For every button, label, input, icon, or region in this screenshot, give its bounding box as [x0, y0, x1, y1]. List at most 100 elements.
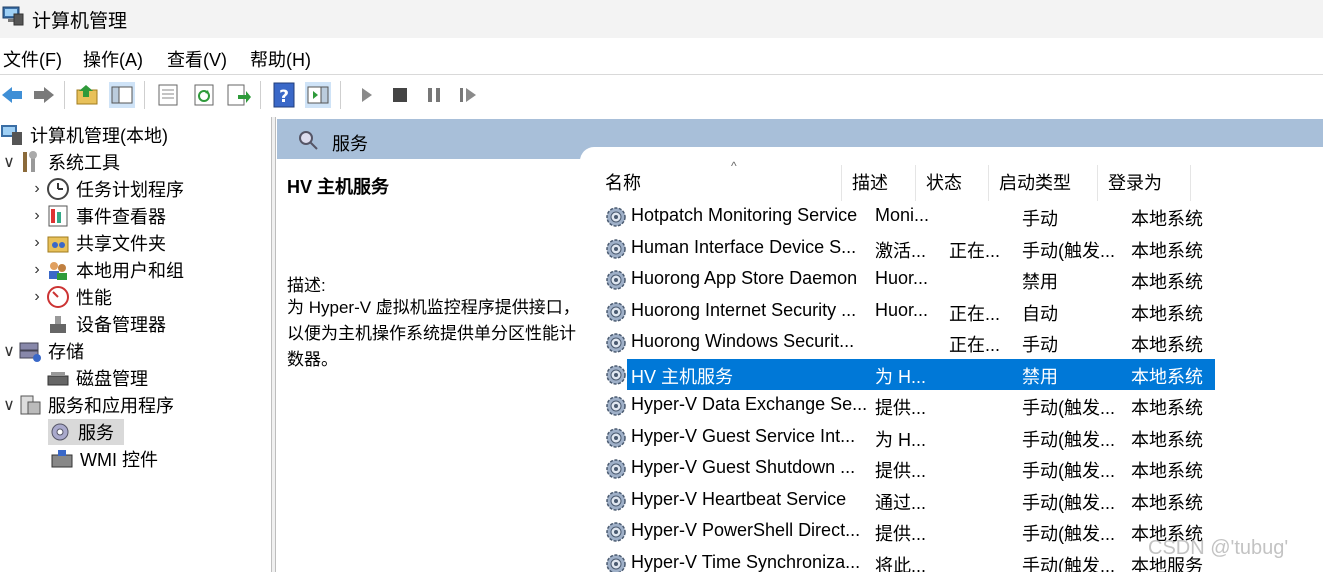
menu-bar: 文件(F) 操作(A) 查看(V) 帮助(H) — [0, 38, 1323, 74]
service-logon-as: 本地系统 — [1131, 335, 1203, 355]
tree-item-disk-management[interactable]: 磁盘管理 — [46, 365, 148, 391]
service-status: 正在... — [949, 335, 1001, 355]
stop-service-icon[interactable] — [386, 81, 414, 109]
toolbar-separator — [144, 81, 145, 109]
service-description: Huor... — [875, 299, 929, 320]
service-row[interactable]: Hyper-V Heartbeat Service 通过... 手动(触发... 本地… — [601, 485, 1215, 516]
service-name: HV 主机服务 — [631, 366, 734, 387]
device-manager-icon — [50, 316, 66, 333]
tree-item-wmi[interactable]: WMI 控件 — [50, 446, 158, 472]
service-name: Hyper-V Heartbeat Service — [631, 488, 847, 509]
service-startup-type: 禁用 — [1022, 272, 1058, 292]
tree-label: 任务计划程序 — [76, 180, 184, 200]
service-startup-type: 自动 — [1022, 303, 1058, 324]
tree-item-task-scheduler[interactable]: › 任务计划程序 — [28, 176, 184, 202]
menu-help[interactable]: 帮助(H) — [250, 46, 311, 72]
column-header-startup-type[interactable]: 启动类型 — [989, 165, 1098, 201]
service-status: 正在... — [949, 240, 1001, 261]
clock-icon — [47, 178, 69, 200]
back-arrow-icon[interactable] — [0, 81, 28, 109]
service-startup-type: 手动(触发... — [1022, 524, 1115, 544]
menu-action[interactable]: 操作(A) — [83, 46, 143, 72]
users-icon — [49, 262, 67, 280]
service-description: 通过... — [875, 492, 927, 513]
service-gear-icon — [606, 459, 626, 479]
properties-icon[interactable] — [154, 81, 182, 109]
service-row[interactable]: Human Interface Device S... 激活... 正在... 手动(… — [601, 233, 1215, 264]
service-row[interactable]: Hotpatch Monitoring Service Moni... 手动 本地系统 — [601, 201, 1215, 232]
export-list-icon[interactable] — [224, 81, 252, 109]
show-action-pane-icon[interactable] — [304, 81, 332, 109]
show-hide-tree-icon[interactable] — [108, 81, 136, 109]
column-header-status[interactable]: 状态 — [916, 165, 989, 201]
service-name: Human Interface Device S... — [631, 236, 857, 257]
collapse-chevron-icon[interactable]: ∨ — [0, 395, 18, 415]
expand-chevron-icon[interactable]: › — [28, 180, 46, 198]
tree-item-local-users[interactable]: › 本地用户和组 — [28, 257, 184, 283]
service-row[interactable]: Huorong Windows Securit... 正在... 手动 本地系统 — [601, 327, 1215, 358]
toolbar: ? — [0, 74, 1323, 116]
tree-label: 共享文件夹 — [76, 234, 166, 254]
expand-chevron-icon[interactable]: › — [28, 207, 46, 225]
service-row[interactable]: Hyper-V Time Synchroniza... 将此... 手动(触发...… — [601, 548, 1215, 572]
description-panel: HV 主机服务 描述: 为 Hyper-V 虚拟机监控程序提供接口，以便为主机操… — [277, 159, 582, 572]
service-description: 为 H... — [875, 366, 927, 387]
service-gear-icon — [606, 333, 626, 353]
description-label: 描述: — [287, 276, 326, 295]
service-row[interactable]: Hyper-V Guest Service Int... 为 H... 手动(触发.… — [601, 422, 1215, 453]
navigation-tree: 计算机管理(本地) ∨ 系统工具 › 任务计划程序 › 事件查看器 › 共享文件… — [0, 117, 272, 572]
tree-item-services[interactable]: 服务 — [48, 419, 124, 445]
refresh-icon[interactable] — [190, 81, 218, 109]
pane-splitter[interactable] — [272, 117, 276, 572]
event-viewer-icon — [48, 205, 68, 227]
expand-chevron-icon[interactable]: › — [28, 234, 46, 252]
column-header-logon-as[interactable]: 登录为 — [1098, 165, 1191, 201]
help-icon[interactable]: ? — [270, 81, 298, 109]
toolbar-separator — [64, 81, 65, 109]
service-name: Hyper-V Guest Service Int... — [631, 425, 856, 446]
forward-arrow-icon[interactable] — [28, 81, 56, 109]
service-row[interactable]: Huorong App Store Daemon Huor... 禁用 本地系统 — [601, 264, 1215, 295]
service-logon-as: 本地系统 — [1131, 240, 1203, 261]
column-header-description[interactable]: 描述 — [842, 165, 916, 201]
service-row[interactable]: Huorong Internet Security ... Huor... 正在..… — [601, 296, 1215, 327]
collapse-chevron-icon[interactable]: ∨ — [0, 152, 18, 172]
menu-view[interactable]: 查看(V) — [167, 46, 227, 72]
pause-service-icon[interactable] — [420, 81, 448, 109]
service-row[interactable]: Hyper-V Guest Shutdown ... 提供... 手动(触发... 本… — [601, 453, 1215, 484]
up-folder-icon[interactable] — [74, 81, 102, 109]
service-name: Hyper-V Guest Shutdown ... — [631, 457, 856, 477]
expand-chevron-icon[interactable]: › — [28, 261, 46, 279]
tree-item-root[interactable]: 计算机管理(本地) — [0, 122, 168, 148]
service-row[interactable]: Hyper-V Data Exchange Se... 提供... 手动(触发...… — [601, 390, 1215, 421]
tree-item-system-tools[interactable]: ∨ 系统工具 — [0, 149, 120, 175]
tree-item-event-viewer[interactable]: › 事件查看器 — [28, 203, 166, 229]
service-name: Hyper-V PowerShell Direct... — [631, 520, 861, 540]
tree-item-device-manager[interactable]: 设备管理器 — [46, 311, 166, 337]
service-description: 提供... — [875, 461, 927, 481]
services-list: ^ 名称 描述 状态 启动类型 登录为 Hotpatch Monitoring … — [581, 147, 1323, 572]
service-startup-type: 手动 — [1022, 335, 1058, 355]
service-startup-type: 手动(触发... — [1022, 429, 1115, 450]
tree-item-shared-folders[interactable]: › 共享文件夹 — [28, 230, 166, 256]
service-startup-type: 手动(触发... — [1022, 461, 1115, 481]
service-description: 提供... — [875, 524, 927, 544]
column-header-name[interactable]: 名称 — [581, 165, 842, 201]
service-startup-type: 手动(触发... — [1022, 492, 1115, 513]
tree-label: 性能 — [76, 288, 112, 308]
services-apps-icon — [20, 395, 41, 415]
expand-chevron-icon[interactable]: › — [28, 288, 46, 306]
toolbar-separator — [260, 81, 261, 109]
resume-service-icon[interactable] — [454, 81, 482, 109]
tree-item-services-apps[interactable]: ∨ 服务和应用程序 — [0, 392, 174, 418]
tree-item-storage[interactable]: ∨ 存储 — [0, 338, 84, 364]
menu-file[interactable]: 文件(F) — [3, 46, 62, 72]
service-description: 为 H... — [875, 429, 927, 450]
service-logon-as: 本地系统 — [1131, 461, 1203, 481]
service-row[interactable]: HV 主机服务 为 H... 禁用 本地系统 — [606, 358, 1215, 390]
collapse-chevron-icon[interactable]: ∨ — [0, 341, 18, 361]
service-logon-as: 本地系统 — [1131, 398, 1203, 418]
tree-item-performance[interactable]: › 性能 — [28, 284, 112, 310]
start-service-icon[interactable] — [352, 81, 380, 109]
service-row[interactable]: Hyper-V PowerShell Direct... 提供... 手动(触发..… — [601, 516, 1215, 547]
